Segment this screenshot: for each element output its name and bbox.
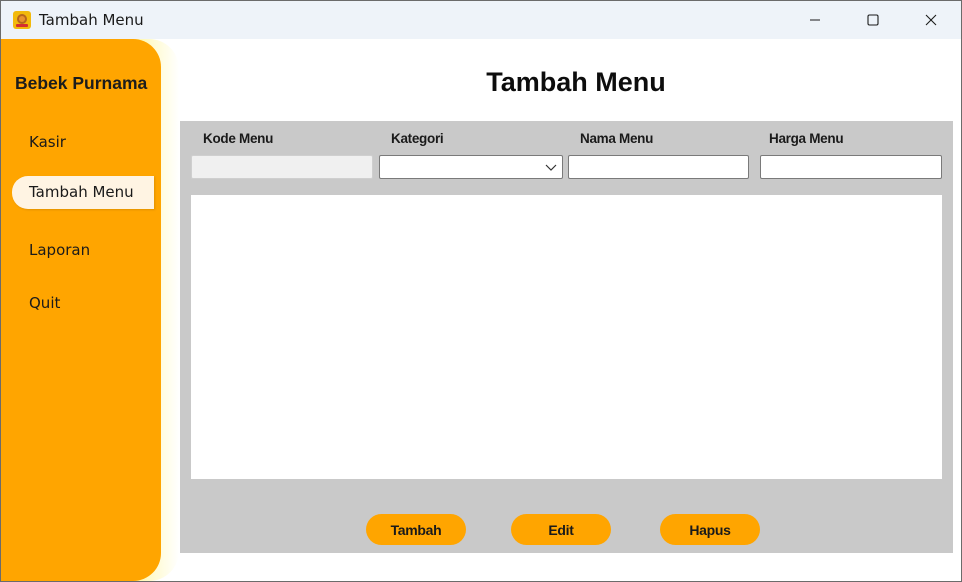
harga-menu-field[interactable] (760, 155, 942, 179)
nama-menu-label: Nama Menu (580, 131, 654, 146)
sidebar-item-label: Tambah Menu (29, 183, 134, 201)
sidebar-item-laporan[interactable]: Laporan (29, 241, 90, 259)
nama-menu-input[interactable] (569, 156, 748, 178)
sidebar-item-kasir[interactable]: Kasir (29, 133, 66, 151)
hapus-button[interactable]: Hapus (660, 514, 760, 545)
kode-menu-field (191, 155, 373, 179)
sidebar-item-quit[interactable]: Quit (29, 294, 60, 312)
sidebar-item-tambah-menu[interactable]: Tambah Menu (12, 176, 154, 209)
window-title: Tambah Menu (39, 11, 144, 29)
brand-name: Bebek Purnama (15, 73, 148, 93)
app-window: Tambah Menu Bebek Purnama Kasir Tambah M… (0, 0, 962, 582)
menu-table[interactable] (191, 195, 942, 479)
sidebar: Bebek Purnama Kasir Tambah Menu Laporan … (1, 39, 161, 581)
form-panel: Kode Menu Kategori Nama Menu Harga Menu … (180, 121, 953, 553)
page-title: Tambah Menu (486, 67, 666, 97)
minimize-icon (810, 19, 820, 21)
kategori-label: Kategori (391, 131, 444, 146)
app-food-icon (13, 11, 31, 29)
maximize-icon (867, 14, 879, 26)
harga-menu-label: Harga Menu (769, 131, 844, 146)
chevron-down-icon (545, 164, 557, 171)
kategori-select[interactable] (379, 155, 563, 179)
close-button[interactable] (908, 1, 954, 39)
close-icon (925, 14, 937, 26)
title-bar: Tambah Menu (1, 1, 961, 39)
edit-button[interactable]: Edit (511, 514, 611, 545)
kode-menu-input (192, 156, 372, 178)
minimize-button[interactable] (792, 1, 838, 39)
harga-menu-input[interactable] (761, 156, 941, 178)
kode-menu-label: Kode Menu (203, 131, 274, 146)
maximize-button[interactable] (850, 1, 896, 39)
nama-menu-field[interactable] (568, 155, 749, 179)
tambah-button[interactable]: Tambah (366, 514, 466, 545)
